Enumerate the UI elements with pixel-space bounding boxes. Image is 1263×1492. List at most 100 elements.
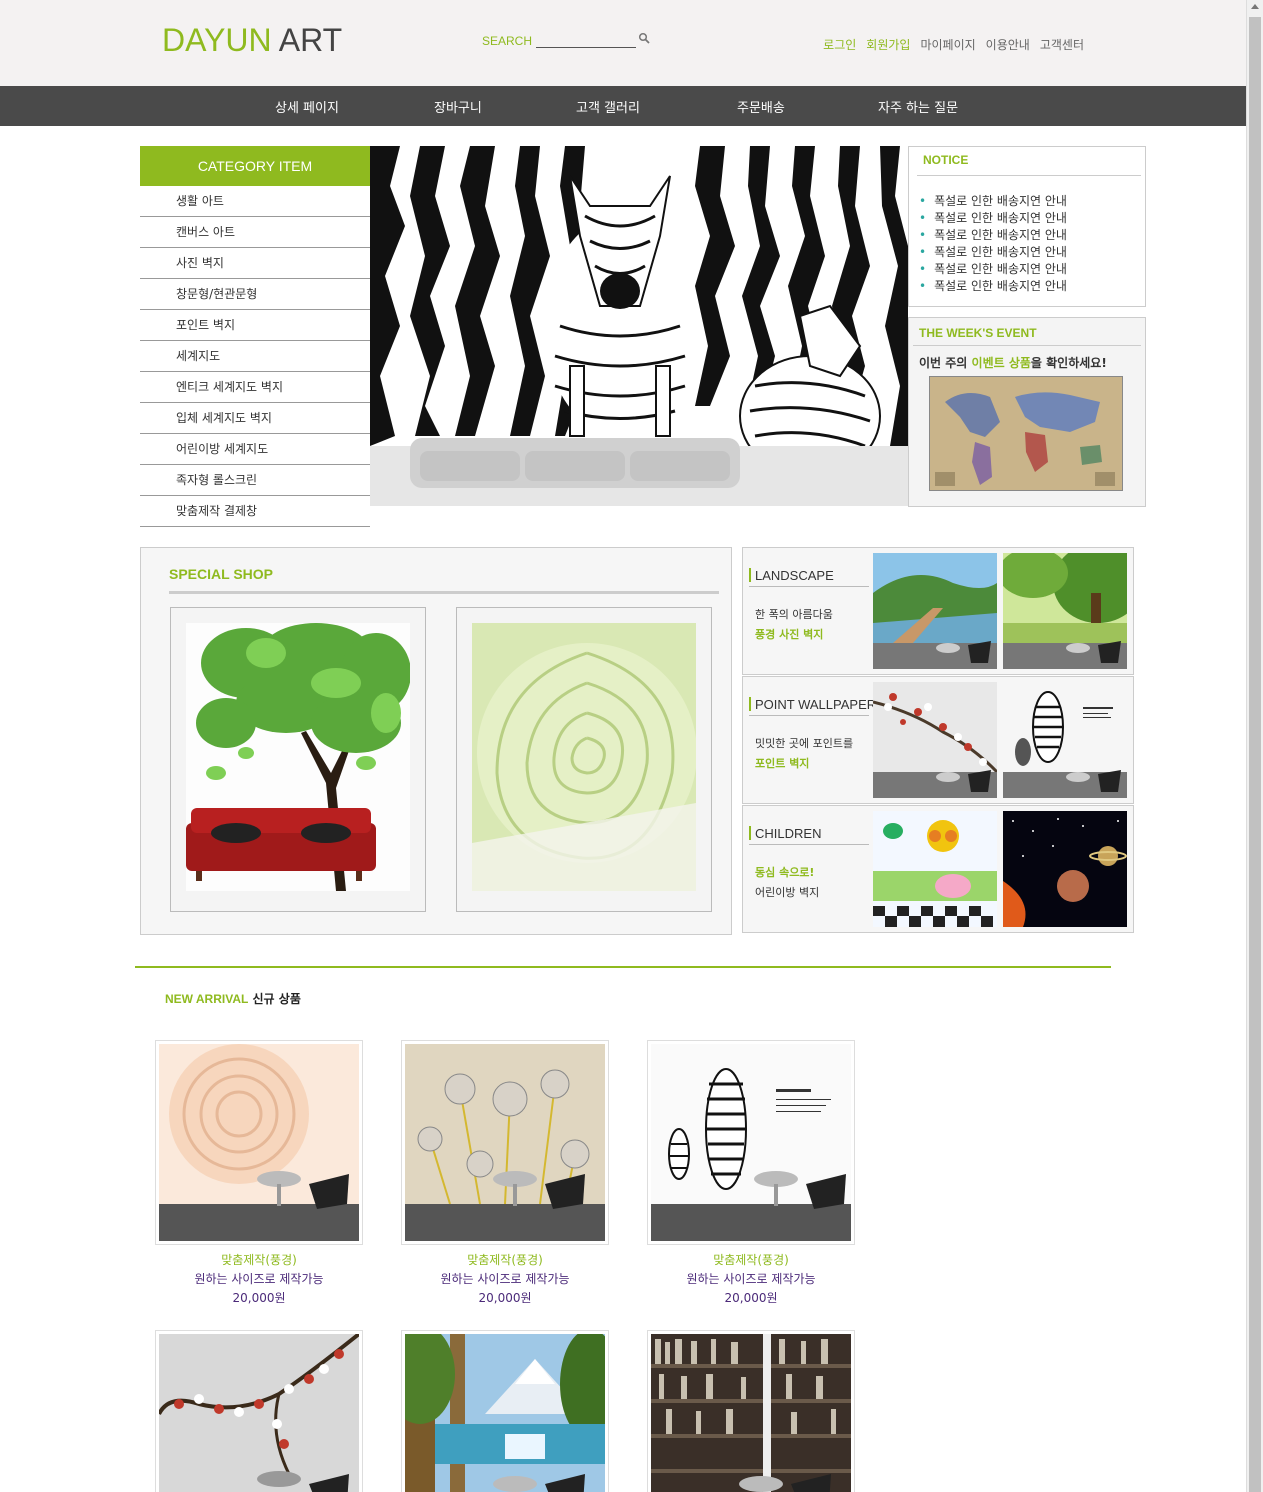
rose-wallpaper-image (472, 623, 696, 891)
point-wallpaper-box[interactable]: POINT WALLPAPER 밋밋한 곳에 포인트를 포인트 벽지 (742, 676, 1134, 804)
vertical-scrollbar[interactable] (1246, 0, 1263, 1492)
scroll-thumb[interactable] (1249, 17, 1261, 1492)
special-shop-divider (169, 591, 719, 594)
customer-center-link[interactable]: 고객센터 (1040, 36, 1084, 53)
notice-box: NOTICE • 폭설로 인한 배송지연 안내 • 폭설로 인한 배송지연 안내 •… (908, 146, 1146, 307)
zebra-image[interactable] (1003, 682, 1127, 798)
event-title: THE WEEK'S EVENT (919, 326, 1037, 340)
product-name[interactable]: 맞춤제작(풍경) (401, 1251, 609, 1268)
side-category-line2: 풍경 사진 벽지 (755, 628, 824, 641)
side-divider (749, 715, 869, 716)
product-name[interactable]: 맞춤제작(풍경) (155, 1251, 363, 1268)
notice-item[interactable]: • 폭설로 인한 배송지연 안내 (919, 227, 1067, 244)
product-image[interactable] (401, 1330, 609, 1492)
category-item[interactable]: 엔티크 세계지도 벽지 (140, 372, 370, 403)
product-desc: 원하는 사이즈로 제작가능 (440, 1272, 570, 1286)
product-card[interactable] (647, 1330, 855, 1492)
children-box[interactable]: CHILDREN 동심 속으로! 어린이방 벽지 (742, 805, 1134, 933)
nav-cart[interactable]: 장바구니 (434, 97, 482, 116)
side-category-line2: 어린이방 벽지 (755, 886, 820, 899)
utility-links: 로그인 회원가입 마이페이지 이용안내 고객센터 (823, 36, 1084, 53)
category-item[interactable]: 포인트 벽지 (140, 310, 370, 341)
notice-item[interactable]: • 폭설로 인한 배송지연 안내 (919, 193, 1067, 210)
category-item[interactable]: 맞춤제작 결제창 (140, 496, 370, 527)
event-text-pre: 이번 주의 (919, 356, 972, 370)
product-card[interactable] (401, 1330, 609, 1492)
bullet-icon: • (919, 228, 927, 242)
special-shop-title: SPECIAL SHOP (169, 566, 273, 582)
nav-detail[interactable]: 상세 페이지 (275, 97, 339, 116)
category-item[interactable]: 족자형 롤스크린 (140, 465, 370, 496)
login-link[interactable]: 로그인 (823, 36, 856, 53)
notice-item-text: 폭설로 인한 배송지연 안내 (934, 262, 1067, 276)
bullet-icon: • (919, 245, 927, 259)
product-card[interactable] (155, 1330, 363, 1492)
side-category-title: POINT WALLPAPER (755, 697, 877, 712)
landscape-image-1[interactable] (873, 553, 997, 669)
product-image[interactable] (647, 1040, 855, 1245)
new-arrival-title: NEW ARRIVAL 신규 상품 (165, 990, 301, 1007)
nav-gallery[interactable]: 고객 갤러리 (576, 97, 640, 116)
nav-order[interactable]: 주문배송 (737, 97, 785, 116)
notice-item-text: 폭설로 인한 배송지연 안내 (934, 194, 1067, 208)
category-item[interactable]: 생활 아트 (140, 186, 370, 217)
product-price: 20,000원 (724, 1291, 778, 1305)
product-image[interactable] (155, 1040, 363, 1245)
landscape-box[interactable]: LANDSCAPE 한 폭의 아름다움 풍경 사진 벽지 (742, 547, 1134, 675)
signup-link[interactable]: 회원가입 (866, 36, 910, 53)
notice-item[interactable]: • 폭설로 인한 배송지연 안내 (919, 210, 1067, 227)
weekly-event-box: THE WEEK'S EVENT 이번 주의 이벤트 상품을 확인하세요! (908, 317, 1146, 507)
special-product-card[interactable] (170, 607, 426, 912)
hero-banner-image[interactable] (370, 146, 908, 506)
bullet-icon: • (919, 211, 927, 225)
logo-part1: DAYUN (162, 22, 272, 58)
event-map-image[interactable] (929, 376, 1123, 491)
accent-bar (749, 568, 751, 582)
side-category-line1: 동심 속으로! (755, 866, 815, 879)
notice-item-text: 폭설로 인한 배송지연 안내 (934, 228, 1067, 242)
guide-link[interactable]: 이용안내 (986, 36, 1030, 53)
site-header: DAYUN ART SEARCH 로그인 회원가입 마이페이지 이용안내 고객센… (0, 0, 1246, 86)
category-item[interactable]: 사진 벽지 (140, 248, 370, 279)
kids-image[interactable] (873, 811, 997, 927)
product-name[interactable]: 맞춤제작(풍경) (647, 1251, 855, 1268)
bullet-icon: • (919, 194, 927, 208)
bullet-icon: • (919, 262, 927, 276)
product-desc: 원하는 사이즈로 제작가능 (194, 1272, 324, 1286)
product-image[interactable] (647, 1330, 855, 1492)
event-divider (913, 345, 1141, 346)
blossom-image[interactable] (873, 682, 997, 798)
product-image[interactable] (401, 1040, 609, 1245)
category-item[interactable]: 세계지도 (140, 341, 370, 372)
category-item[interactable]: 캔버스 아트 (140, 217, 370, 248)
new-arrival-title-en: NEW ARRIVAL (165, 992, 249, 1006)
category-item[interactable]: 어린이방 세계지도 (140, 434, 370, 465)
search-input[interactable] (536, 32, 637, 48)
category-item[interactable]: 창문형/현관문형 (140, 279, 370, 310)
category-list: 생활 아트 캔버스 아트 사진 벽지 창문형/현관문형 포인트 벽지 세계지도 … (140, 186, 370, 527)
notice-item[interactable]: • 폭설로 인한 배송지연 안내 (919, 278, 1067, 295)
event-text-highlight: 이벤트 상품 (971, 356, 1031, 370)
new-arrival-divider (135, 966, 1111, 968)
notice-item[interactable]: • 폭설로 인한 배송지연 안내 (919, 244, 1067, 261)
notice-item[interactable]: • 폭설로 인한 배송지연 안내 (919, 261, 1067, 278)
landscape-image-2[interactable] (1003, 553, 1127, 669)
category-item[interactable]: 입체 세계지도 벽지 (140, 403, 370, 434)
search-icon[interactable] (638, 32, 652, 46)
product-card[interactable]: 맞춤제작(풍경) 원하는 사이즈로 제작가능 20,000원 (647, 1040, 855, 1306)
space-image[interactable] (1003, 811, 1127, 927)
tree-wallpaper-image (186, 623, 410, 891)
side-divider (749, 844, 869, 845)
search-label: SEARCH (482, 34, 533, 48)
product-price: 20,000원 (478, 1291, 532, 1305)
notice-item-text: 폭설로 인한 배송지연 안내 (934, 279, 1067, 293)
product-card[interactable]: 맞춤제작(풍경) 원하는 사이즈로 제작가능 20,000원 (401, 1040, 609, 1306)
special-product-card[interactable] (456, 607, 712, 912)
scroll-up-arrow-icon[interactable] (1251, 4, 1259, 9)
nav-faq[interactable]: 자주 하는 질문 (878, 97, 958, 116)
product-image[interactable] (155, 1330, 363, 1492)
site-logo[interactable]: DAYUN ART (162, 22, 342, 59)
side-divider (749, 586, 869, 587)
mypage-link[interactable]: 마이페이지 (920, 36, 975, 53)
product-card[interactable]: 맞춤제작(풍경) 원하는 사이즈로 제작가능 20,000원 (155, 1040, 363, 1306)
